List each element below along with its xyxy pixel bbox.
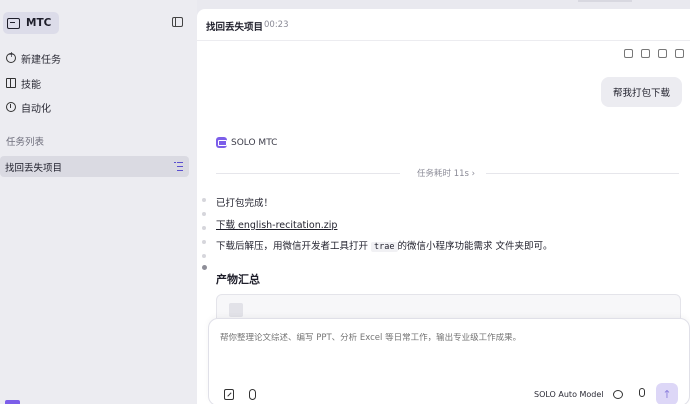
- instruction-text-end: 的微信小程序功能需求 文件夹即可。: [397, 241, 553, 252]
- timeline-dot: [202, 254, 206, 258]
- divider: [486, 173, 679, 174]
- thumbs-down-icon[interactable]: [641, 49, 650, 58]
- arrow-up-icon: ↑: [662, 387, 672, 401]
- workspace-switcher[interactable]: MTC: [3, 12, 60, 34]
- message-actions: [624, 49, 684, 58]
- nav-new-task[interactable]: 新建任务: [6, 49, 61, 67]
- timeline-dot: [202, 226, 206, 230]
- new-chat-icon: [6, 50, 16, 63]
- workspace-icon: [7, 17, 20, 29]
- task-header: 找回丢失项目 00:23: [197, 9, 690, 41]
- sidebar: MTC 新建任务 技能 自动化 任务列表 找回丢失项目: [0, 0, 197, 404]
- download-prefix: 下载: [216, 220, 239, 231]
- chat-mode-icon[interactable]: [613, 390, 623, 399]
- composer: SOLO Auto Model ↑: [208, 318, 690, 404]
- inline-code: trae: [371, 242, 398, 252]
- agent-avatar-icon: [216, 137, 227, 148]
- nav-skills-label: 技能: [21, 79, 41, 91]
- workspace-name: MTC: [26, 17, 52, 29]
- nav-automation-label: 自动化: [21, 103, 51, 115]
- account-indicator[interactable]: [5, 400, 20, 404]
- sidebar-task-item[interactable]: 找回丢失项目: [0, 156, 189, 177]
- task-title: 找回丢失项目: [206, 22, 264, 33]
- artifacts-heading: 产物汇总: [216, 273, 260, 286]
- nav-new-task-label: 新建任务: [21, 54, 61, 66]
- book-icon: [6, 78, 16, 88]
- agent-label: SOLO MTC: [216, 137, 277, 148]
- send-button[interactable]: ↑: [656, 383, 678, 404]
- user-message-bubble: 帮我打包下载: [600, 77, 682, 107]
- divider: [216, 173, 400, 174]
- download-filename: english-recitation.zip: [238, 220, 338, 231]
- timeline-dot: [202, 212, 206, 216]
- edit-icon[interactable]: [224, 389, 234, 400]
- timeline-dot: [202, 240, 206, 244]
- done-message: 已打包完成！: [216, 198, 274, 209]
- microphone-icon[interactable]: [639, 388, 645, 397]
- elapsed-time-toggle[interactable]: 任务耗时 11s ›: [417, 167, 475, 179]
- copy-icon[interactable]: [658, 49, 667, 58]
- timeline-dot-active: [201, 265, 207, 270]
- download-link[interactable]: 下载 english-recitation.zip: [216, 220, 337, 231]
- thumbs-up-icon[interactable]: [624, 49, 633, 58]
- instruction-text-start: 下载后解压，用微信开发者工具打开: [216, 241, 372, 252]
- sidebar-task-label: 找回丢失项目: [5, 162, 63, 174]
- agent-name: SOLO MTC: [231, 137, 278, 148]
- nav-automation[interactable]: 自动化: [6, 98, 51, 116]
- window-drag-bar: [578, 0, 632, 2]
- task-timer: 00:23: [264, 20, 289, 30]
- prompt-input[interactable]: [220, 333, 660, 343]
- timeline-dot: [202, 198, 206, 202]
- instruction-line: 下载后解压，用微信开发者工具打开 trae 的微信小程序功能需求 文件夹即可。: [216, 238, 553, 252]
- task-list-icon: [174, 162, 183, 172]
- download-line: 下载 english-recitation.zip: [216, 217, 337, 231]
- user-message-text: 帮我打包下载: [612, 88, 670, 99]
- edit-icon[interactable]: [675, 49, 684, 58]
- clock-icon: [6, 102, 16, 112]
- main-panel: 找回丢失项目 00:23 帮我打包下载 SOLO MTC 任务耗时 11s › …: [197, 9, 690, 404]
- app-window: MTC 新建任务 技能 自动化 任务列表 找回丢失项目: [0, 0, 690, 404]
- task-list-title: 任务列表: [6, 137, 45, 148]
- attachment-icon[interactable]: [249, 389, 256, 400]
- model-selector[interactable]: SOLO Auto Model: [534, 390, 604, 399]
- nav-skills[interactable]: 技能: [6, 74, 41, 92]
- sidebar-toggle-icon[interactable]: [172, 17, 183, 27]
